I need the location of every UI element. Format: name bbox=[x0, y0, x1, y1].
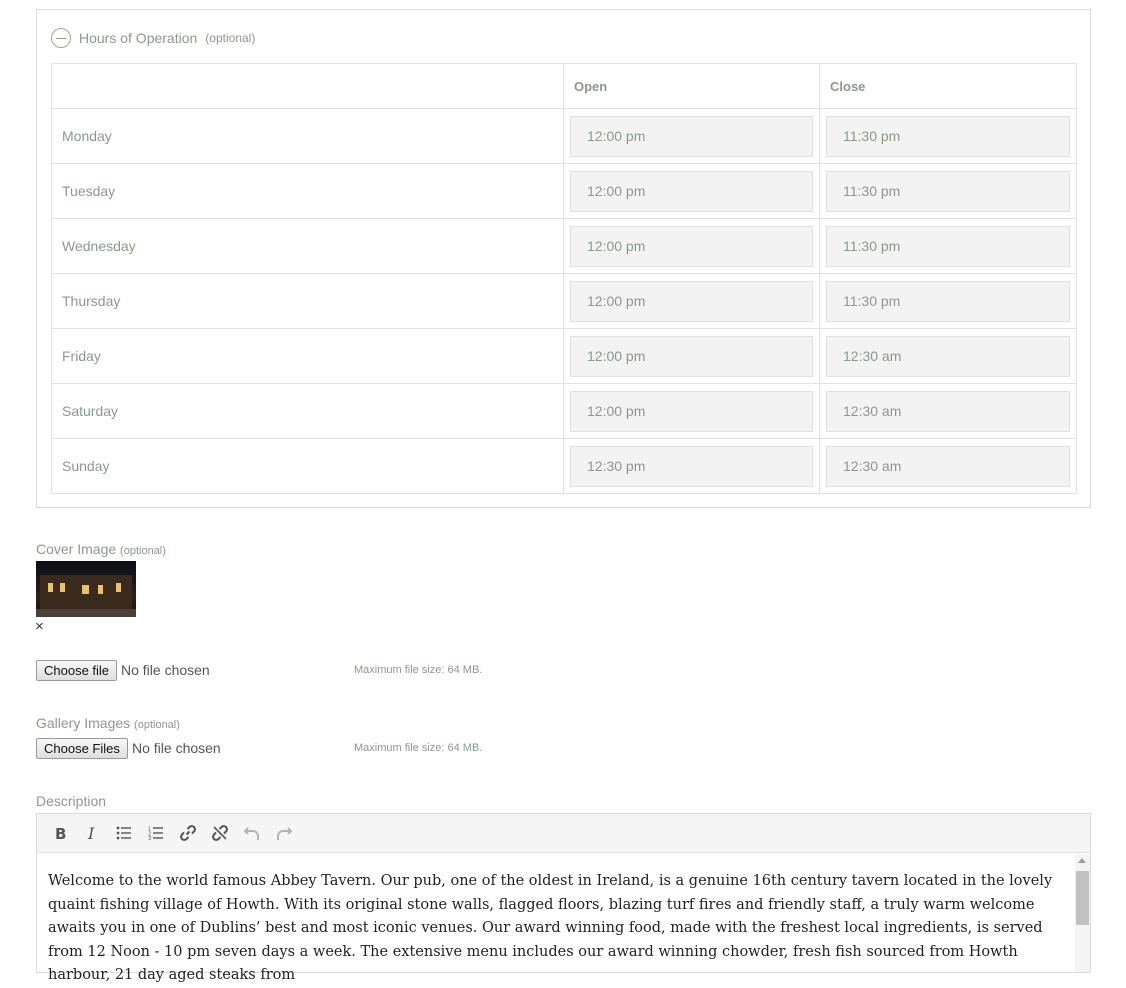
open-column-header: Open bbox=[563, 63, 820, 109]
description-text[interactable]: Welcome to the world famous Abbey Tavern… bbox=[48, 870, 1060, 988]
close-time-input[interactable] bbox=[826, 445, 1070, 487]
open-time-input[interactable] bbox=[570, 445, 813, 487]
day-column-header bbox=[51, 63, 564, 109]
cover-image-thumbnail bbox=[36, 561, 136, 617]
redo-icon[interactable] bbox=[273, 822, 295, 844]
day-label: Monday bbox=[51, 108, 564, 164]
open-time-input[interactable] bbox=[570, 280, 813, 322]
cover-max-size: Maximum file size: 64 MB. bbox=[354, 664, 483, 676]
editor-toolbar: B I 1 2 3 bbox=[37, 814, 1090, 853]
day-label: Sunday bbox=[51, 438, 564, 494]
table-row: Saturday bbox=[51, 383, 1077, 439]
editor-scrollbar[interactable] bbox=[1075, 854, 1090, 972]
svg-text:B: B bbox=[55, 825, 66, 841]
cover-image-label: Cover Image (optional) bbox=[36, 541, 166, 557]
open-time-input[interactable] bbox=[570, 390, 813, 432]
collapse-icon[interactable] bbox=[51, 28, 71, 48]
numbered-list-icon[interactable]: 1 2 3 bbox=[145, 822, 167, 844]
day-label: Wednesday bbox=[51, 218, 564, 274]
cover-file-status: No file chosen bbox=[121, 662, 210, 678]
hours-header-row: Open Close bbox=[51, 63, 1077, 109]
open-time-input[interactable] bbox=[570, 170, 813, 212]
close-time-input[interactable] bbox=[826, 225, 1070, 267]
hours-table: Open Close Monday Tuesday Wednesday Thur bbox=[51, 63, 1077, 494]
hours-header[interactable]: Hours of Operation (optional) bbox=[51, 27, 255, 49]
table-row: Sunday bbox=[51, 438, 1077, 494]
table-row: Friday bbox=[51, 328, 1077, 384]
hours-optional-label: (optional) bbox=[205, 31, 256, 45]
day-label: Tuesday bbox=[51, 163, 564, 219]
undo-icon[interactable] bbox=[241, 822, 263, 844]
svg-text:I: I bbox=[87, 825, 95, 841]
table-row: Thursday bbox=[51, 273, 1077, 329]
bullet-list-icon[interactable] bbox=[113, 822, 135, 844]
cover-image-label-text: Cover Image bbox=[36, 541, 117, 557]
gallery-file-status: No file chosen bbox=[132, 740, 221, 756]
scroll-up-icon[interactable] bbox=[1078, 858, 1086, 863]
scroll-thumb[interactable] bbox=[1076, 871, 1089, 925]
hours-title: Hours of Operation bbox=[79, 30, 198, 46]
open-time-input[interactable] bbox=[570, 225, 813, 267]
svg-text:3: 3 bbox=[148, 836, 151, 840]
close-time-input[interactable] bbox=[826, 170, 1070, 212]
close-time-input[interactable] bbox=[826, 280, 1070, 322]
day-label: Friday bbox=[51, 328, 564, 384]
close-time-input[interactable] bbox=[826, 335, 1070, 377]
close-time-input[interactable] bbox=[826, 115, 1070, 157]
close-column-header: Close bbox=[819, 63, 1077, 109]
description-label: Description bbox=[36, 793, 107, 809]
gallery-images-label-text: Gallery Images bbox=[36, 715, 131, 731]
remove-cover-icon[interactable]: × bbox=[35, 619, 44, 635]
bold-icon[interactable]: B bbox=[49, 822, 71, 844]
open-time-input[interactable] bbox=[570, 335, 813, 377]
day-label: Thursday bbox=[51, 273, 564, 329]
gallery-optional-label: (optional) bbox=[134, 719, 180, 731]
day-label: Saturday bbox=[51, 383, 564, 439]
unlink-icon[interactable] bbox=[209, 822, 231, 844]
gallery-images-label: Gallery Images (optional) bbox=[36, 715, 180, 731]
description-editor: B I 1 2 3 Welcome to the world famous Ab… bbox=[36, 813, 1091, 983]
choose-cover-file-button[interactable]: Choose file bbox=[36, 660, 118, 681]
close-time-input[interactable] bbox=[826, 390, 1070, 432]
table-row: Monday bbox=[51, 108, 1077, 164]
link-icon[interactable] bbox=[177, 822, 199, 844]
gallery-max-size: Maximum file size: 64 MB. bbox=[354, 742, 483, 754]
hours-of-operation-section: Hours of Operation (optional) Open Close… bbox=[36, 9, 1091, 508]
open-time-input[interactable] bbox=[570, 115, 813, 157]
table-row: Tuesday bbox=[51, 163, 1077, 219]
italic-icon[interactable]: I bbox=[81, 822, 103, 844]
choose-gallery-files-button[interactable]: Choose Files bbox=[36, 738, 128, 759]
table-row: Wednesday bbox=[51, 218, 1077, 274]
cover-optional-label: (optional) bbox=[120, 545, 166, 557]
